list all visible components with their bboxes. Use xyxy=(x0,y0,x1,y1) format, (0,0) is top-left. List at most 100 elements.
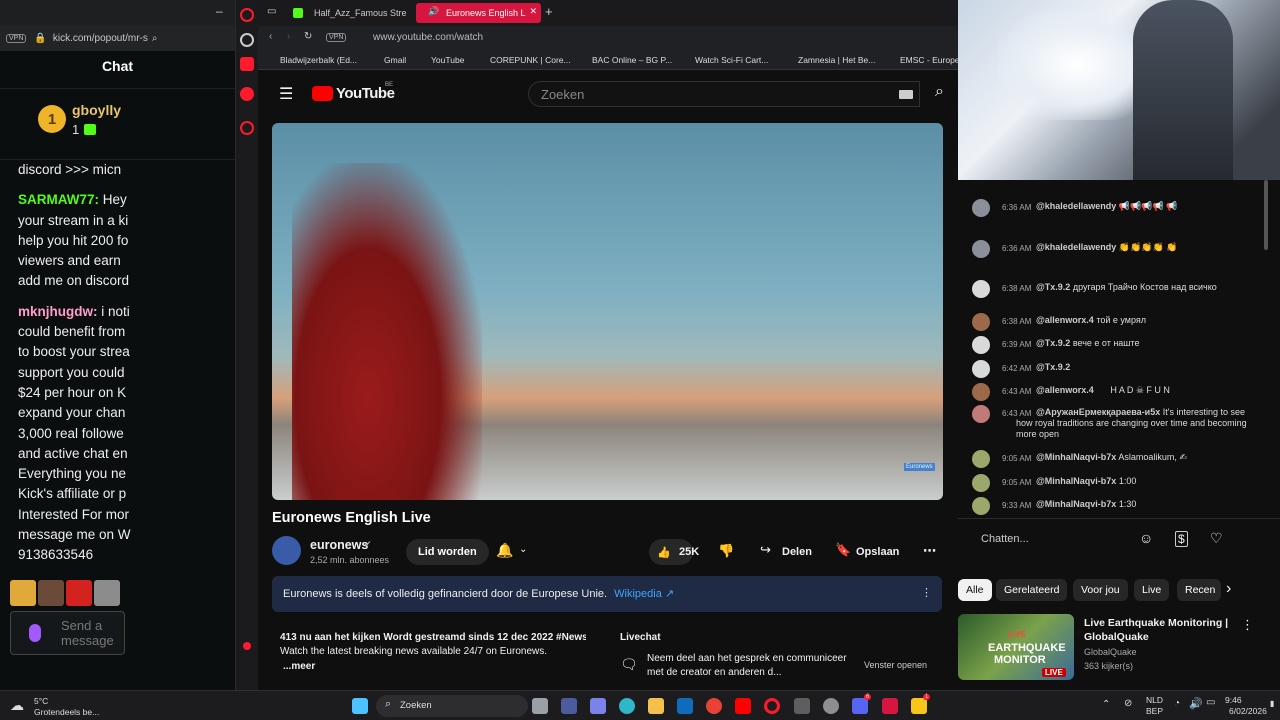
chip-related[interactable]: Gerelateerd xyxy=(996,579,1068,601)
bell-icon[interactable]: 🔔 xyxy=(496,542,513,559)
message-author[interactable]: @Tx.9.2 xyxy=(1036,338,1070,348)
clock-time[interactable]: 9:46 xyxy=(1225,695,1242,705)
bookmark-gmail[interactable]: Gmail xyxy=(384,55,406,65)
chevron-right-icon[interactable]: › xyxy=(1226,580,1231,598)
start-icon[interactable] xyxy=(352,698,368,714)
share-button[interactable]: Delen xyxy=(782,546,812,558)
search-icon[interactable]: ⌕ xyxy=(935,83,944,101)
recommended-channel[interactable]: GlobalQuake xyxy=(1084,647,1137,657)
emote-icon[interactable] xyxy=(66,580,92,606)
message-author[interactable]: @khaledellawendy xyxy=(1036,201,1116,211)
avatar[interactable] xyxy=(972,280,990,298)
video-player[interactable]: Euronews xyxy=(272,123,943,500)
kick-address-bar[interactable]: VPN 🔒 kick.com/popout/mr-s ⌕ xyxy=(0,25,235,51)
avatar[interactable] xyxy=(972,497,990,515)
message-author[interactable]: @Tx.9.2 xyxy=(1036,362,1070,372)
channel-avatar[interactable] xyxy=(272,536,301,565)
teams-icon[interactable] xyxy=(590,698,606,714)
mail-icon[interactable] xyxy=(677,698,693,714)
back-icon[interactable]: ‹ xyxy=(269,31,272,42)
tab-kick[interactable]: Half_Azz_Famous Stre xyxy=(290,3,410,23)
thumbs-down-icon[interactable]: 👎 xyxy=(718,543,734,559)
avatar[interactable] xyxy=(972,474,990,492)
bookmark-emsc[interactable]: EMSC - Europe xyxy=(900,55,960,65)
emote-icon[interactable] xyxy=(38,580,64,606)
message-author[interactable]: @Tx.9.2 xyxy=(1036,282,1070,292)
settings-icon[interactable] xyxy=(243,642,251,650)
tab-menu-icon[interactable]: ▭ xyxy=(267,6,276,17)
explorer-icon[interactable] xyxy=(648,698,664,714)
bookmark-folder[interactable]: Bladwijzerbalk (Ed... xyxy=(280,55,357,65)
avatar[interactable] xyxy=(972,405,990,423)
settings-icon[interactable] xyxy=(823,698,839,714)
chat-username[interactable]: SARMAW77: xyxy=(18,192,99,207)
search-icon[interactable]: ⌕ xyxy=(152,33,158,44)
bookmark-scifi[interactable]: Watch Sci-Fi Cart... xyxy=(695,55,768,65)
save-button[interactable]: Opslaan xyxy=(856,546,899,558)
taskbar-search[interactable]: ⌕ Zoeken xyxy=(376,695,528,717)
vpn-badge[interactable]: VPN xyxy=(6,33,27,43)
forward-icon[interactable]: › xyxy=(287,31,290,42)
app-icon[interactable] xyxy=(911,698,927,714)
opera-icon[interactable] xyxy=(764,698,780,714)
reload-icon[interactable]: ↻ xyxy=(304,31,312,42)
chrome-icon[interactable] xyxy=(706,698,722,714)
keyboard-layout[interactable]: BEP xyxy=(1146,706,1163,716)
recommended-title[interactable]: Live Earthquake Monitoring | GlobalQuake xyxy=(1084,616,1234,644)
network-off-icon[interactable]: ⊘ xyxy=(1124,698,1132,709)
avatar[interactable] xyxy=(972,336,990,354)
super-chat-icon[interactable]: $ xyxy=(1175,531,1188,547)
chevron-down-icon[interactable]: ⌄ xyxy=(519,544,527,555)
emoji-icon[interactable]: ☺ xyxy=(1139,530,1153,546)
discord-icon[interactable] xyxy=(852,698,868,714)
opera-icon[interactable] xyxy=(240,8,254,22)
kick-url[interactable]: kick.com/popout/mr-s xyxy=(53,33,148,44)
weather-icon[interactable]: ☁ xyxy=(10,697,24,714)
message-author[interactable]: @АружанЕрмекқараева-и5х xyxy=(1036,407,1160,417)
edge-icon[interactable] xyxy=(619,698,635,714)
vpn-badge[interactable]: VPN xyxy=(326,33,347,42)
youtube-logo-icon[interactable] xyxy=(312,86,333,101)
minimize-button[interactable]: – xyxy=(216,4,223,18)
menu-icon[interactable]: ☰ xyxy=(279,84,293,104)
more-link[interactable]: ...meer xyxy=(283,661,315,672)
language-code[interactable]: NLD xyxy=(1146,695,1163,705)
history-icon[interactable] xyxy=(240,121,254,135)
app-icon[interactable] xyxy=(882,698,898,714)
recommended-menu-icon[interactable]: ⋮ xyxy=(1241,617,1254,633)
chip-recent[interactable]: Recen xyxy=(1177,579,1221,601)
avatar[interactable] xyxy=(972,240,990,258)
message-author[interactable]: @MinhalNaqvi-b7x xyxy=(1036,499,1116,509)
new-tab-icon[interactable]: + xyxy=(545,4,553,19)
chat-scrollbar[interactable] xyxy=(1264,180,1268,250)
heart-icon[interactable]: ♡ xyxy=(1210,530,1223,547)
calculator-icon[interactable] xyxy=(794,698,810,714)
emote-icon[interactable] xyxy=(10,580,36,606)
volume-icon[interactable]: 🔊 xyxy=(1189,697,1203,710)
avatar[interactable] xyxy=(972,360,990,378)
keyboard-icon[interactable] xyxy=(899,90,913,99)
close-tab-icon[interactable]: ✕ xyxy=(529,6,537,17)
channel-name[interactable]: euronews xyxy=(310,538,368,552)
url-text[interactable]: www.youtube.com/watch xyxy=(373,32,483,43)
more-icon[interactable]: ⋯ xyxy=(923,543,936,559)
send-message-input[interactable]: Send a message xyxy=(10,611,125,655)
bookmark-bac[interactable]: BAC Online – BG P... xyxy=(592,55,672,65)
avatar[interactable] xyxy=(972,450,990,468)
avatar[interactable] xyxy=(972,199,990,217)
pinned-user-card[interactable] xyxy=(0,88,235,160)
battery-icon[interactable]: ▭ xyxy=(1206,697,1215,708)
chip-for-you[interactable]: Voor jou xyxy=(1073,579,1128,601)
chat-username[interactable]: mknjhugdw: xyxy=(18,304,98,319)
task-view-icon[interactable] xyxy=(532,698,548,714)
youtube-icon[interactable] xyxy=(735,698,751,714)
microphone-icon[interactable] xyxy=(29,624,41,642)
bookmark-corepunk[interactable]: COREPUNK | Core... xyxy=(490,55,571,65)
avatar[interactable] xyxy=(972,313,990,331)
message-author[interactable]: @khaledellawendy xyxy=(1036,242,1116,252)
search-input[interactable]: Zoeken xyxy=(528,81,920,107)
message-author[interactable]: @MinhalNaqvi-b7x xyxy=(1036,452,1116,462)
chip-live[interactable]: Live xyxy=(1134,579,1170,601)
share-icon[interactable]: ↪ xyxy=(760,542,771,558)
recommended-thumbnail[interactable]: LIVE EARTHQUAKE MONITOR LIVE xyxy=(958,614,1074,680)
